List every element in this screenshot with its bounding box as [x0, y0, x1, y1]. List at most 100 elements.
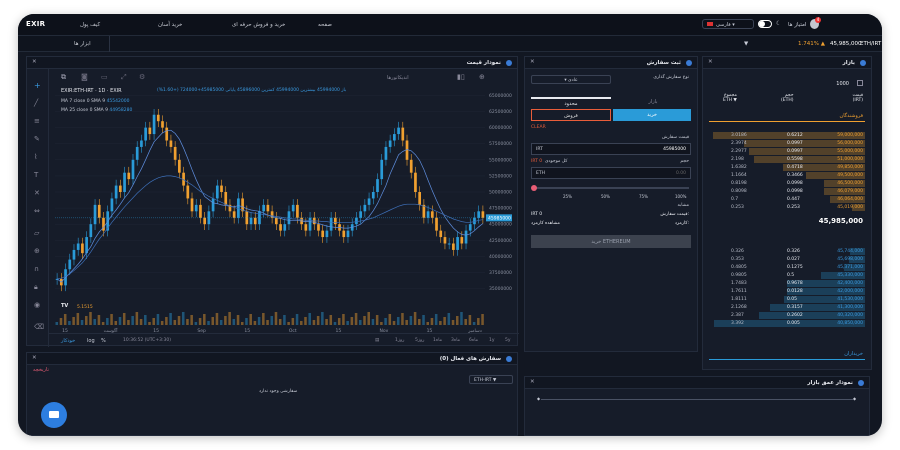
tab-market[interactable]: بازار	[613, 97, 693, 107]
language-select[interactable]: فارسی ▾	[702, 19, 754, 29]
close-icon[interactable]: ✕	[530, 379, 535, 385]
chevron-down-icon[interactable]: ▼	[744, 41, 748, 47]
fib-icon[interactable]: ≡	[34, 117, 40, 125]
ask-row[interactable]: 55,000,000 0.0997 2.2977	[709, 148, 865, 156]
size-input[interactable]: ETH 0.00	[531, 167, 691, 179]
bid-row[interactable]: 42,400,000 0.9678 1.7483	[709, 280, 865, 288]
slider-mark-75[interactable]: 75%	[639, 194, 648, 199]
info-icon[interactable]	[858, 380, 864, 386]
magnet-icon[interactable]: ∩	[34, 265, 39, 273]
bid-row[interactable]: 42,000,000 0.0128 1.7611	[709, 288, 865, 296]
bid-row[interactable]: 41,530,000 0.05 1.8111	[709, 296, 865, 304]
zoom-icon[interactable]: ⊕	[34, 247, 40, 255]
ask-row[interactable]: 46,064,000 0.447 0.7	[709, 196, 865, 204]
price-input[interactable]: IRT 45985000	[531, 143, 691, 155]
view-fees-link[interactable]: مشاهده کارمزد	[531, 221, 560, 226]
range-6m[interactable]: 6ماه	[469, 338, 478, 343]
trendline-icon[interactable]: ╱	[34, 99, 38, 107]
nav-wallet[interactable]: کیف پول	[80, 22, 100, 28]
ask-row[interactable]: 46,079,000 0.0998 0.8098	[709, 188, 865, 196]
order-type-select[interactable]: ▾ عادی	[531, 75, 611, 84]
bid-row[interactable]: 40,320,000 0.2602 2.387	[709, 312, 865, 320]
ask-row[interactable]: 49,850,000 0.4718 1.6382	[709, 164, 865, 172]
sell-tab[interactable]: فروش	[531, 109, 611, 121]
close-icon[interactable]: ✕	[32, 59, 37, 65]
text-icon[interactable]: T	[34, 171, 38, 179]
pair-name[interactable]: ETH/IRT	[860, 41, 881, 47]
close-icon[interactable]: ✕	[530, 59, 535, 65]
tab-limit[interactable]: محدود	[531, 97, 611, 107]
chart-settings-icon[interactable]: ⧉	[61, 73, 66, 82]
depth-checkbox[interactable]	[857, 80, 863, 86]
info-icon[interactable]	[506, 60, 512, 66]
percent-scale-toggle[interactable]: %	[101, 338, 106, 344]
ask-row[interactable]: 49,500,000 0.3466 1.1664	[709, 172, 865, 180]
candles-icon[interactable]: ▮▯	[457, 73, 465, 81]
slider-handle[interactable]	[531, 185, 537, 191]
ask-row[interactable]: 51,000,000 0.5598 2.198	[709, 156, 865, 164]
nav-home[interactable]: صفحه	[318, 22, 332, 28]
crosshair-icon[interactable]: +	[34, 81, 41, 90]
theme-toggle[interactable]	[758, 20, 772, 28]
info-icon[interactable]	[860, 60, 866, 66]
log-scale-toggle[interactable]: log	[87, 338, 95, 344]
pair-filter-select[interactable]: ETH-IRT ▼	[469, 375, 513, 384]
exir-logo[interactable]: EXIR	[26, 20, 45, 28]
depth-level[interactable]: 1000	[836, 81, 849, 87]
gear-icon[interactable]: ⚙	[139, 73, 145, 81]
lock-icon[interactable]: 🔒︎	[34, 283, 38, 292]
bid-row[interactable]: 45,330,000 0.5 0.9805	[709, 272, 865, 280]
brush-icon[interactable]: ✎	[34, 135, 40, 143]
nav-pro-trade[interactable]: خرید و فروش حرفه ای	[232, 22, 285, 28]
pattern-icon[interactable]: ⌇	[34, 153, 37, 161]
bid-row[interactable]: 45,744,000 0.326 0.326	[709, 248, 865, 256]
range-1d[interactable]: 1روز	[395, 338, 404, 343]
range-5y[interactable]: 5y	[505, 338, 511, 343]
candlestick-chart[interactable]: 65000000 62500000 60000000 57500000 55000000…	[49, 85, 519, 333]
amount-slider[interactable]	[533, 187, 689, 189]
close-icon[interactable]: ✕	[32, 355, 37, 361]
range-1m[interactable]: 1ماه	[433, 338, 442, 343]
candle-body	[317, 224, 320, 231]
range-1y[interactable]: 1y	[489, 338, 495, 343]
bid-row[interactable]: 40,850,000 0.005 3.392	[709, 320, 865, 328]
trash-icon[interactable]: ⌫	[34, 323, 44, 331]
range-3m[interactable]: 3ماه	[451, 338, 460, 343]
bid-row[interactable]: 45,698,000 0.027 0.353	[709, 256, 865, 264]
bid-row[interactable]: 45,371,000 0.1275 0.4805	[709, 264, 865, 272]
close-icon[interactable]: ✕	[708, 59, 713, 65]
template-icon[interactable]: ▭	[101, 73, 108, 81]
history-link[interactable]: تاریخچه	[33, 367, 49, 373]
info-icon[interactable]	[686, 60, 692, 66]
tools-menu[interactable]: ابزار ها	[18, 36, 110, 52]
ask-row[interactable]: 56,000,000 0.0997 2.3974	[709, 140, 865, 148]
projection-icon[interactable]: ✕	[34, 189, 40, 197]
volume-bar	[464, 319, 467, 325]
buy-tab[interactable]: خرید	[613, 109, 691, 121]
submit-buy-button[interactable]: خرید ETHEREUM	[531, 235, 691, 248]
slider-mark-25[interactable]: 25%	[563, 194, 572, 199]
camera-icon[interactable]: ◙	[81, 73, 88, 81]
clear-button[interactable]: CLEAR	[531, 125, 546, 130]
indicators-button[interactable]: اندیکاتورها	[387, 75, 409, 81]
bid-row[interactable]: 41,300,000 0.3157 2.1268	[709, 304, 865, 312]
ask-row[interactable]: 45,019,000 0.253 0.253	[709, 204, 865, 212]
slider-mark-50[interactable]: 50%	[601, 194, 610, 199]
volume-bar	[426, 322, 430, 325]
measure-icon[interactable]: ⇔	[34, 207, 40, 215]
ask-row[interactable]: 59,000,000 0.6212 3.0186	[709, 132, 865, 140]
auto-scale-toggle[interactable]: خودکار	[61, 338, 75, 344]
info-icon[interactable]	[506, 356, 512, 362]
chat-support-button[interactable]	[41, 402, 67, 428]
ruler-icon[interactable]: ▱	[34, 229, 39, 237]
goto-date-icon[interactable]: ▤	[375, 338, 379, 343]
fullscreen-icon[interactable]: ⤢	[121, 73, 127, 82]
candle-body	[401, 127, 405, 141]
slider-mark-100[interactable]: 100%	[675, 194, 686, 199]
eye-icon[interactable]: ◉	[34, 301, 40, 309]
compare-icon[interactable]: ⊕	[479, 73, 485, 81]
nav-quick-trade[interactable]: خرید آسان	[158, 22, 182, 28]
ask-row[interactable]: 46,500,000 0.0998 0.8198	[709, 180, 865, 188]
rewards-link[interactable]: امتیاز ها	[788, 22, 806, 28]
range-5d[interactable]: 5روز	[415, 338, 424, 343]
